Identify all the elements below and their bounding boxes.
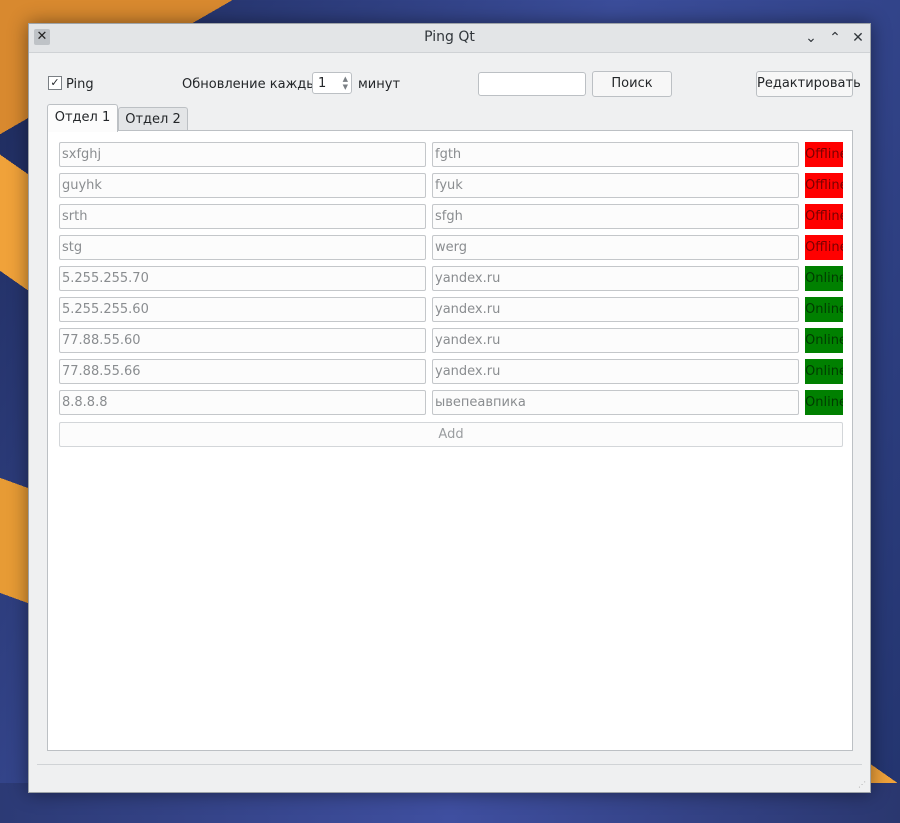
host-row: 77.88.55.60 yandex.ru Online xyxy=(59,328,843,353)
host-address-field[interactable]: 5.255.255.60 xyxy=(59,297,426,322)
controls-row: ✓ Ping Обновление каждые 1 ▲ ▼ минут Пои… xyxy=(29,69,870,97)
maximize-icon[interactable]: ⌃ xyxy=(825,28,845,48)
close-icon[interactable]: ✕ xyxy=(848,28,868,48)
ping-label: Ping xyxy=(66,77,94,92)
host-name-field[interactable]: yandex.ru xyxy=(432,328,799,353)
host-row: stgwergOffline xyxy=(59,235,843,260)
host-name-field[interactable]: ывепеавпика xyxy=(432,390,799,415)
update-interval-label: Обновление каждые xyxy=(182,77,325,92)
window-title: Ping Qt xyxy=(424,29,475,45)
update-interval-value: 1 xyxy=(318,76,327,91)
host-name-field[interactable]: fgth xyxy=(432,142,799,167)
update-interval-spinbox[interactable]: 1 ▲ ▼ xyxy=(312,72,352,94)
host-row: srthsfghOffline xyxy=(59,204,843,229)
resize-grip-icon[interactable]: ⋰ xyxy=(858,780,868,790)
search-input[interactable] xyxy=(478,72,586,96)
status-badge: Online xyxy=(805,390,843,415)
host-address-field[interactable]: 5.255.255.70 xyxy=(59,266,426,291)
host-address-field[interactable]: srth xyxy=(59,204,426,229)
host-row: 77.88.55.66 yandex.ru Online xyxy=(59,359,843,384)
status-badge: Offline xyxy=(805,173,843,198)
status-badge: Online xyxy=(805,266,843,291)
host-name-field[interactable]: fyuk xyxy=(432,173,799,198)
hosts-panel: sxfghjfgthOfflineguyhkfyukOfflinesrthsfg… xyxy=(47,130,853,751)
host-row: 8.8.8.8 ывепеавпика Online xyxy=(59,390,843,415)
add-button[interactable]: Add xyxy=(59,422,843,447)
host-address-field[interactable]: guyhk xyxy=(59,173,426,198)
edit-button[interactable]: Редактировать xyxy=(756,71,861,97)
status-badge: Online xyxy=(805,297,843,322)
host-name-field[interactable]: sfgh xyxy=(432,204,799,229)
host-name-field[interactable]: yandex.ru xyxy=(432,266,799,291)
host-address-field[interactable]: 77.88.55.60 xyxy=(59,328,426,353)
host-name-field[interactable]: werg xyxy=(432,235,799,260)
spin-up-icon[interactable]: ▲ xyxy=(343,75,348,83)
status-bar-divider xyxy=(37,764,862,765)
ping-checkbox[interactable]: ✓ xyxy=(48,76,62,90)
host-address-field[interactable]: stg xyxy=(59,235,426,260)
status-badge: Online xyxy=(805,359,843,384)
minutes-label: минут xyxy=(358,77,401,92)
host-address-field[interactable]: sxfghj xyxy=(59,142,426,167)
minimize-icon[interactable]: ⌄ xyxy=(801,28,821,48)
status-badge: Offline xyxy=(805,204,843,229)
app-window: ✕ Ping Qt ⌄ ⌃ ✕ ✓ Ping Обновление каждые… xyxy=(28,23,871,793)
host-row: 5.255.255.70 yandex.ru Online xyxy=(59,266,843,291)
host-row: sxfghjfgthOffline xyxy=(59,142,843,167)
host-address-field[interactable]: 77.88.55.66 xyxy=(59,359,426,384)
host-address-field[interactable]: 8.8.8.8 xyxy=(59,390,426,415)
host-row: guyhkfyukOffline xyxy=(59,173,843,198)
host-name-field[interactable]: yandex.ru xyxy=(432,359,799,384)
status-badge: Offline xyxy=(805,142,843,167)
spin-down-icon[interactable]: ▼ xyxy=(343,83,348,91)
status-badge: Offline xyxy=(805,235,843,260)
tab-department-2[interactable]: Отдел 2 xyxy=(118,107,188,131)
tab-department-1[interactable]: Отдел 1 xyxy=(47,104,118,132)
host-name-field[interactable]: yandex.ru xyxy=(432,297,799,322)
search-button[interactable]: Поиск xyxy=(592,71,672,97)
titlebar: ✕ Ping Qt ⌄ ⌃ ✕ xyxy=(29,24,870,53)
status-badge: Online xyxy=(805,328,843,353)
host-row: 5.255.255.60 yandex.ru Online xyxy=(59,297,843,322)
